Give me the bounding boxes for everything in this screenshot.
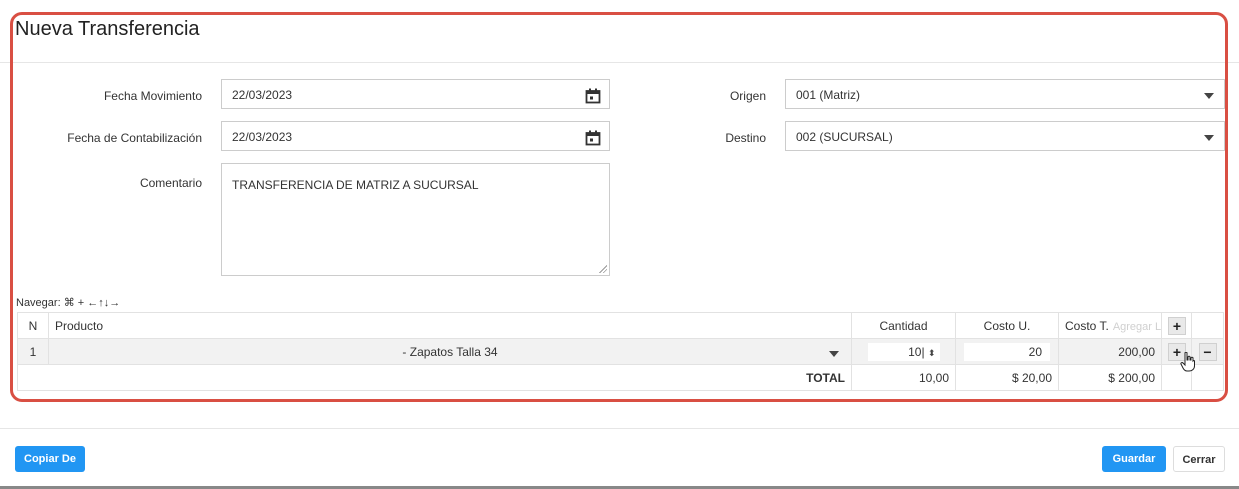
title-divider xyxy=(0,62,1239,63)
origen-value: 001 (Matriz) xyxy=(796,88,861,102)
origen-select[interactable]: 001 (Matriz) xyxy=(785,79,1225,109)
comentario-label: Comentario xyxy=(139,176,202,190)
table-header-row: N Producto Cantidad Costo U. Costo T. Agr… xyxy=(17,312,1224,339)
comentario-value: TRANSFERENCIA DE MATRIZ A SUCURSAL xyxy=(232,178,479,192)
col-header-costo-u: Costo U. xyxy=(955,312,1059,339)
col-header-cantidad: Cantidad xyxy=(851,312,956,339)
add-line-plus-icon[interactable]: + xyxy=(1168,316,1186,335)
spinner-icon[interactable]: ⬍ xyxy=(928,348,936,358)
cerrar-button[interactable]: Cerrar xyxy=(1173,446,1225,472)
chevron-down-icon xyxy=(1204,135,1214,141)
row-remove-cell: − xyxy=(1191,338,1224,365)
calendar-icon[interactable] xyxy=(585,88,601,104)
fecha-movimiento-value: 22/03/2023 xyxy=(232,88,293,102)
totals-row: TOTAL 10,00 $ 20,00 $ 200,00 xyxy=(17,364,1224,391)
destino-label: Destino xyxy=(725,131,766,145)
fecha-contabilizacion-label: Fecha de Contabilización xyxy=(67,131,202,145)
producto-select[interactable]: - Zapatos Talla 34 xyxy=(48,338,852,365)
add-line-header-cell: + xyxy=(1161,312,1192,339)
col-header-costo-t: Costo T.Agregar Línea xyxy=(1058,312,1162,339)
totals-empty-cell xyxy=(1191,364,1224,391)
hand-cursor-icon xyxy=(1180,352,1195,372)
resize-handle-icon[interactable] xyxy=(599,265,607,273)
chevron-down-icon xyxy=(829,351,839,357)
row-number: 1 xyxy=(17,338,49,365)
total-cantidad: 10,00 xyxy=(851,364,956,391)
col-header-n: N xyxy=(17,312,49,339)
comentario-textarea[interactable]: TRANSFERENCIA DE MATRIZ A SUCURSAL xyxy=(221,163,610,276)
fecha-contabilizacion-field[interactable]: 22/03/2023 xyxy=(221,121,610,151)
fecha-movimiento-label: Fecha Movimiento xyxy=(103,89,202,103)
chevron-down-icon xyxy=(1204,93,1214,99)
total-costo-t: $ 200,00 xyxy=(1058,364,1162,391)
costo-u-cell: 20 xyxy=(955,338,1059,365)
navigation-hint: Navegar: ⌘ + ←↑↓→ xyxy=(16,297,121,309)
total-label: TOTAL xyxy=(17,364,852,391)
calendar-icon[interactable] xyxy=(585,130,601,146)
cantidad-input[interactable]: 10| ⬍ xyxy=(867,342,940,361)
add-line-tooltip: Agregar Línea xyxy=(1112,320,1162,333)
fecha-movimiento-field[interactable]: 22/03/2023 xyxy=(221,79,610,109)
fecha-contabilizacion-value: 22/03/2023 xyxy=(232,130,293,144)
total-costo-u: $ 20,00 xyxy=(955,364,1059,391)
footer-divider xyxy=(0,428,1239,429)
costo-u-input[interactable]: 20 xyxy=(964,342,1050,361)
minus-icon[interactable]: − xyxy=(1198,342,1217,361)
copiar-de-button[interactable]: Copiar De xyxy=(15,446,85,472)
page-title: Nueva Transferencia xyxy=(15,18,200,40)
cantidad-value: 10 xyxy=(908,344,922,359)
lines-table: N Producto Cantidad Costo U. Costo T. Agr… xyxy=(17,312,1224,391)
costo-t-value: 200,00 xyxy=(1058,338,1162,365)
header-empty-cell xyxy=(1191,312,1224,339)
table-row: 1 - Zapatos Talla 34 10| ⬍ 20 200,00 + − xyxy=(17,338,1224,365)
cantidad-cell: 10| ⬍ xyxy=(851,338,956,365)
destino-value: 002 (SUCURSAL) xyxy=(796,130,893,144)
destino-select[interactable]: 002 (SUCURSAL) xyxy=(785,121,1225,151)
origen-label: Origen xyxy=(729,89,766,103)
producto-value: - Zapatos Talla 34 xyxy=(402,344,498,359)
col-header-producto: Producto xyxy=(48,312,852,339)
col-header-costo-t-label: Costo T. xyxy=(1065,318,1109,333)
guardar-button[interactable]: Guardar xyxy=(1102,446,1166,472)
